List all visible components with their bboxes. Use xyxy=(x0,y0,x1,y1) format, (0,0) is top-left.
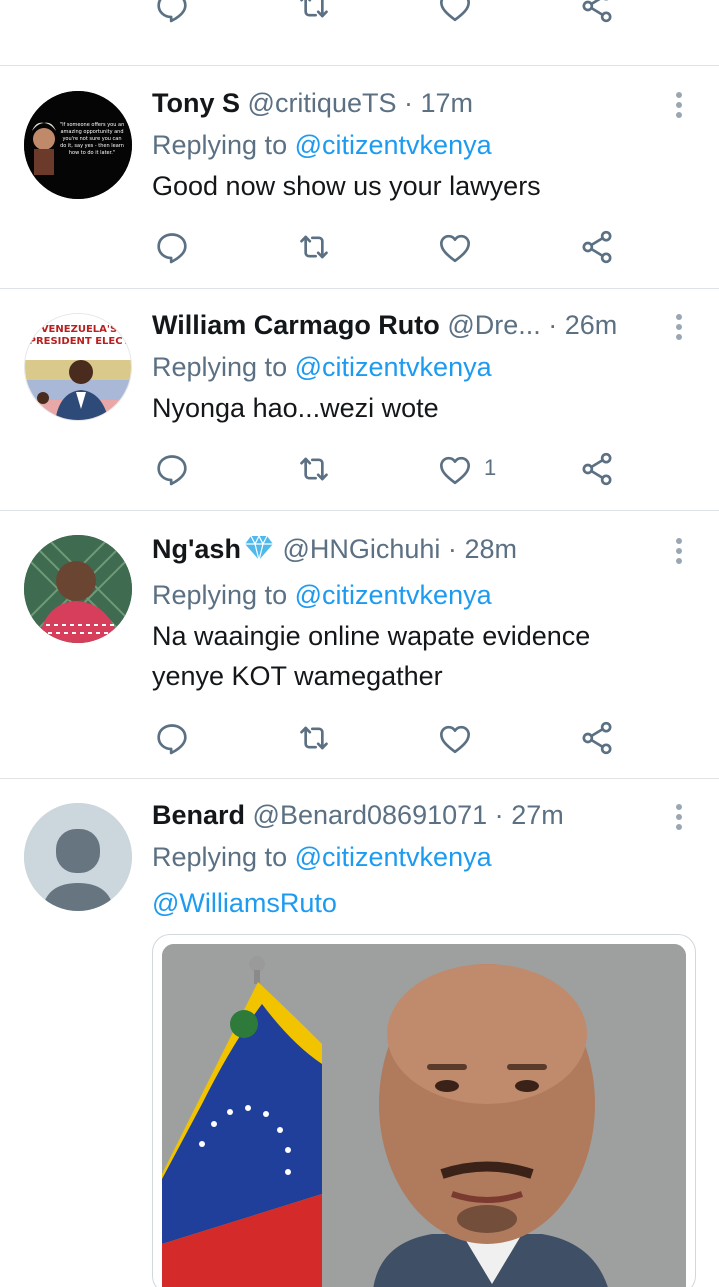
replying-to: Replying to @citizentvkenya xyxy=(152,129,679,161)
tweet-header: Benard @Benard08691071 · 27m xyxy=(152,799,679,831)
timestamp[interactable]: 27m xyxy=(511,800,564,830)
mention-link[interactable]: @citizentvkenya xyxy=(295,842,492,872)
svg-text:"If someone offers you an: "If someone offers you an xyxy=(60,122,124,128)
handle[interactable]: @Benard08691071 xyxy=(253,800,488,830)
retweet-icon[interactable] xyxy=(294,227,334,267)
like-icon[interactable] xyxy=(435,449,475,489)
share-icon[interactable] xyxy=(577,449,617,489)
display-name[interactable]: Tony S xyxy=(152,88,240,118)
avatar[interactable] xyxy=(24,535,132,643)
replying-to: Replying to @citizentvkenya xyxy=(152,579,679,611)
reply-icon[interactable] xyxy=(152,449,192,489)
avatar[interactable]: VENEZUELA'S PRESIDENT ELECT xyxy=(24,313,132,421)
svg-text:do it, say yes - then learn: do it, say yes - then learn xyxy=(60,143,124,149)
tweet-actions xyxy=(152,227,622,267)
more-options-icon[interactable] xyxy=(667,311,691,341)
previous-tweet-actions xyxy=(0,0,719,66)
mention-link[interactable]: @citizentvkenya xyxy=(295,130,492,160)
tweet-item[interactable]: Ng'ash @HNGichuhi · 28m Replying to @cit… xyxy=(0,511,719,779)
replying-label: Replying to xyxy=(152,352,288,382)
replying-label: Replying to xyxy=(152,580,288,610)
more-options-icon[interactable] xyxy=(667,801,691,831)
tweet-header: Tony S @critiqueTS · 17m xyxy=(152,87,679,119)
tweet-item[interactable]: VENEZUELA'S PRESIDENT ELECT William Carm… xyxy=(0,289,719,511)
retweet-icon[interactable] xyxy=(294,718,334,758)
mention-link[interactable]: @citizentvkenya xyxy=(295,352,492,382)
tweet-header: Ng'ash @HNGichuhi · 28m xyxy=(152,533,679,569)
handle[interactable]: @HNGichuhi xyxy=(282,534,440,564)
share-icon[interactable] xyxy=(577,0,617,26)
separator: · xyxy=(447,534,457,564)
media-image[interactable] xyxy=(162,944,686,1287)
like-icon[interactable] xyxy=(435,227,475,267)
mention-link[interactable]: @WilliamsRuto xyxy=(152,888,337,918)
tweet-item[interactable]: "If someone offers you an amazing opport… xyxy=(0,67,719,289)
share-icon[interactable] xyxy=(577,227,617,267)
reply-icon[interactable] xyxy=(152,227,192,267)
svg-text:how to do it later.": how to do it later." xyxy=(69,150,115,156)
avatar[interactable] xyxy=(24,803,132,911)
timestamp[interactable]: 28m xyxy=(464,534,517,564)
tweet-header: William Carmago Ruto @Dre... · 26m xyxy=(152,309,679,341)
tweet-text: @WilliamsRuto xyxy=(152,883,679,923)
banner-line1: VENEZUELA'S xyxy=(41,324,117,335)
svg-text:you're not sure you can: you're not sure you can xyxy=(62,136,121,142)
avatar[interactable]: "If someone offers you an amazing opport… xyxy=(24,91,132,199)
diamond-icon xyxy=(243,534,275,569)
tweet-actions: 1 xyxy=(152,449,622,489)
more-options-icon[interactable] xyxy=(667,89,691,119)
svg-text:amazing opportunity and: amazing opportunity and xyxy=(60,129,123,135)
tweet-text-line: Na waaingie online wapate evidence xyxy=(152,621,591,651)
tweet-text-line: yenye KOT wamegather xyxy=(152,661,443,691)
mention-link[interactable]: @citizentvkenya xyxy=(295,580,492,610)
separator: · xyxy=(548,310,558,340)
separator: · xyxy=(494,800,504,830)
tweet-text: Nyonga hao...wezi wote xyxy=(152,393,439,423)
display-name[interactable]: William Carmago Ruto xyxy=(152,310,440,340)
timestamp[interactable]: 26m xyxy=(565,310,618,340)
display-name[interactable]: Ng'ash xyxy=(152,534,241,564)
tweet-text: Good now show us your lawyers xyxy=(152,171,541,201)
more-options-icon[interactable] xyxy=(667,535,691,565)
banner-line2: PRESIDENT ELECT xyxy=(29,336,130,347)
like-icon[interactable] xyxy=(435,0,475,26)
tweet-media[interactable] xyxy=(152,934,696,1287)
share-icon[interactable] xyxy=(577,718,617,758)
replying-to: Replying to @citizentvkenya xyxy=(152,841,679,873)
handle[interactable]: @Dre... xyxy=(447,310,540,340)
replying-label: Replying to xyxy=(152,130,288,160)
retweet-icon[interactable] xyxy=(294,0,334,26)
replying-to: Replying to @citizentvkenya xyxy=(152,351,679,383)
like-count: 1 xyxy=(484,455,497,480)
retweet-icon[interactable] xyxy=(294,449,334,489)
like-icon[interactable] xyxy=(435,718,475,758)
timestamp[interactable]: 17m xyxy=(421,88,474,118)
replying-label: Replying to xyxy=(152,842,288,872)
reply-icon[interactable] xyxy=(152,0,192,26)
separator: · xyxy=(404,88,413,118)
tweet-actions xyxy=(152,718,622,758)
reply-icon[interactable] xyxy=(152,718,192,758)
tweet-text: Na waaingie online wapate evidence yenye… xyxy=(152,616,679,696)
handle[interactable]: @critiqueTS xyxy=(248,88,397,118)
display-name[interactable]: Benard xyxy=(152,800,245,830)
